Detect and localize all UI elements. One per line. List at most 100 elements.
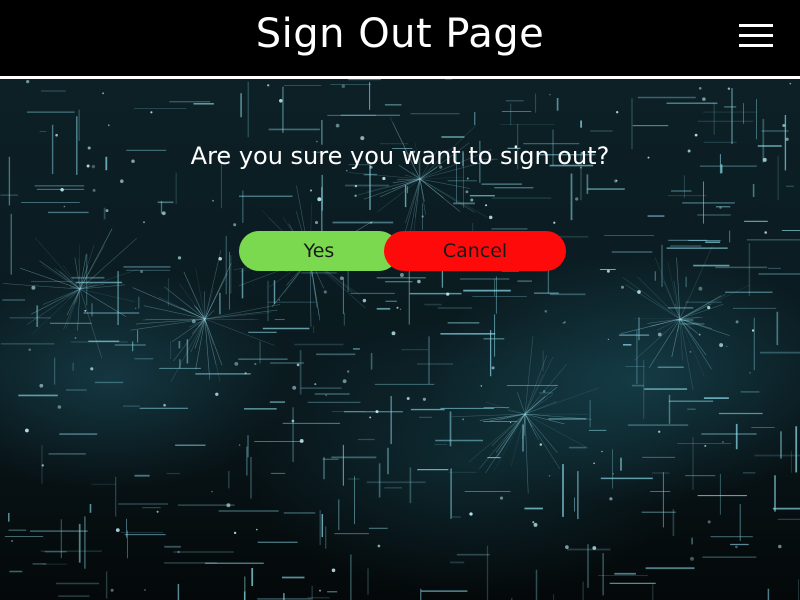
- network-node: [341, 84, 346, 88]
- network-node: [244, 372, 247, 375]
- network-node: [470, 198, 474, 202]
- network-node: [621, 285, 624, 289]
- network-node: [491, 366, 495, 370]
- network-node: [446, 292, 450, 296]
- network-ray: [79, 288, 136, 303]
- menu-bar-line: [739, 44, 773, 47]
- network-node: [480, 385, 483, 387]
- network-node: [90, 367, 94, 371]
- network-node: [601, 450, 603, 453]
- network-node: [575, 197, 579, 201]
- network-ray: [204, 309, 278, 320]
- network-node: [238, 444, 241, 446]
- network-node: [254, 362, 257, 366]
- network-node: [399, 273, 404, 277]
- network-ray: [204, 304, 281, 320]
- network-node: [702, 97, 706, 101]
- network-node: [134, 307, 137, 310]
- network-node: [612, 473, 614, 475]
- network-node: [84, 309, 87, 312]
- network-ray: [2, 283, 81, 290]
- network-ray: [26, 288, 81, 325]
- header-divider: [0, 76, 800, 79]
- network-node: [592, 546, 597, 550]
- network-node: [309, 189, 313, 192]
- network-ray: [634, 318, 681, 361]
- network-ray: [204, 291, 206, 320]
- network-node: [120, 179, 124, 183]
- network-node: [751, 329, 755, 332]
- network-node: [60, 187, 64, 192]
- network-ray: [195, 318, 206, 370]
- network-node: [335, 123, 340, 128]
- network-node: [417, 279, 421, 284]
- network-node: [690, 556, 694, 561]
- network-node: [211, 490, 213, 493]
- network-ray: [204, 273, 228, 320]
- network-ray: [679, 318, 730, 336]
- network-ray: [524, 413, 529, 494]
- network-ray: [493, 413, 526, 472]
- network-node: [177, 550, 180, 554]
- menu-bar-line: [739, 24, 773, 27]
- network-node: [156, 510, 159, 513]
- network-node: [107, 124, 110, 127]
- network-node: [465, 190, 469, 194]
- network-ray: [170, 318, 206, 383]
- network-node: [488, 215, 493, 220]
- network-ray: [517, 392, 526, 415]
- network-node: [234, 361, 239, 366]
- network-ray: [79, 238, 137, 290]
- network-node: [719, 206, 722, 210]
- network-node: [291, 419, 295, 423]
- sign-out-question: Are you sure you want to sign out?: [190, 142, 610, 170]
- network-node: [325, 394, 327, 397]
- network-node: [354, 184, 358, 188]
- network-node: [539, 443, 542, 446]
- network-node: [593, 462, 595, 465]
- network-ray: [204, 250, 222, 320]
- network-node: [469, 512, 473, 516]
- network-ray: [497, 413, 526, 457]
- network-node: [63, 205, 66, 208]
- network-node: [226, 503, 231, 508]
- network-node: [698, 286, 703, 291]
- network-node: [299, 438, 304, 443]
- network-ray: [524, 413, 558, 453]
- network-node: [698, 333, 701, 336]
- network-node: [789, 82, 792, 85]
- network-node: [278, 299, 280, 301]
- network-node: [369, 416, 372, 419]
- network-node: [212, 199, 214, 202]
- network-node: [735, 545, 738, 549]
- network-node: [658, 430, 661, 433]
- yes-button[interactable]: Yes: [239, 231, 399, 271]
- network-ray: [524, 383, 557, 415]
- network-node: [782, 123, 786, 128]
- network-node: [331, 568, 336, 573]
- network-node: [704, 444, 707, 447]
- network-node: [28, 348, 31, 352]
- cancel-button[interactable]: Cancel: [384, 231, 566, 271]
- hamburger-menu-icon[interactable]: [738, 22, 774, 50]
- network-ray: [195, 267, 206, 320]
- network-node: [382, 176, 386, 181]
- network-ray: [39, 260, 81, 290]
- network-node: [150, 111, 153, 114]
- network-ray: [405, 178, 421, 224]
- network-node: [532, 521, 535, 524]
- network-node: [161, 211, 166, 216]
- network-node: [375, 410, 379, 414]
- network-node: [39, 383, 44, 388]
- network-node: [562, 321, 565, 324]
- network-node: [11, 540, 13, 542]
- network-node: [749, 372, 751, 374]
- network-ray: [524, 336, 534, 415]
- network-node: [102, 92, 105, 95]
- network-node: [279, 99, 283, 103]
- network-ray: [633, 317, 681, 320]
- network-node: [396, 306, 399, 309]
- network-node: [462, 418, 464, 421]
- network-node: [163, 403, 166, 407]
- header-bar: Sign Out Page: [0, 0, 800, 76]
